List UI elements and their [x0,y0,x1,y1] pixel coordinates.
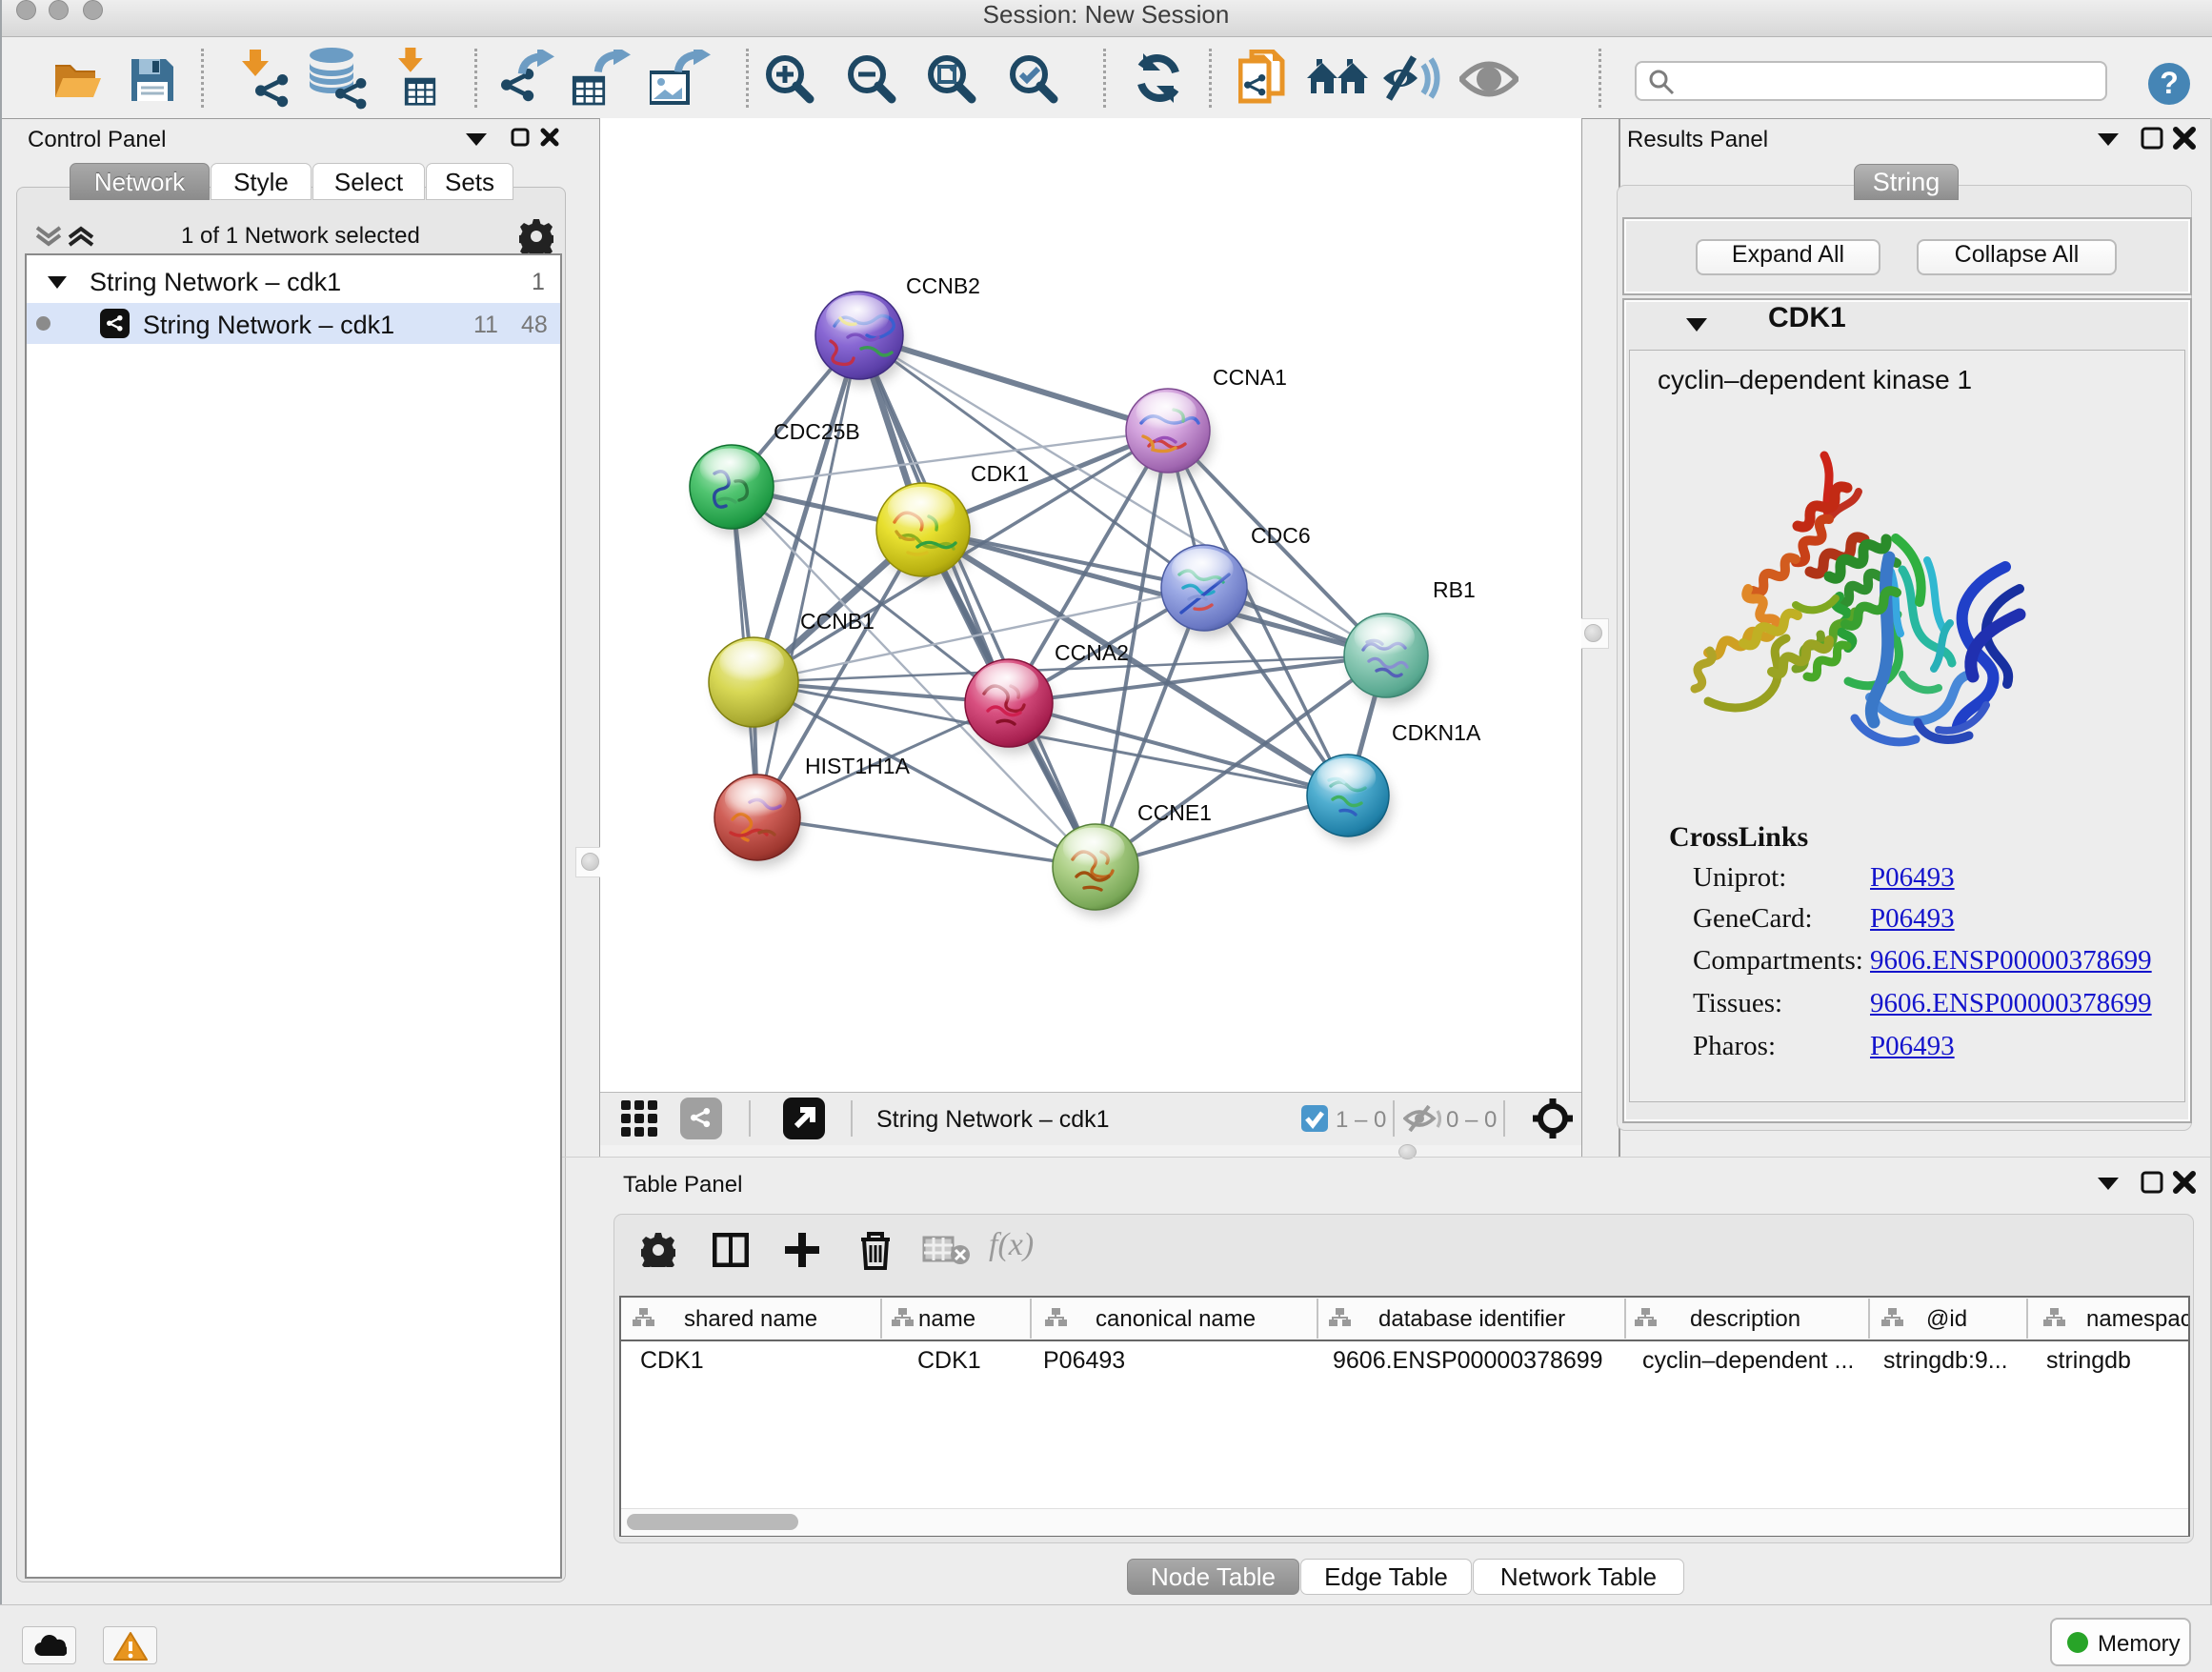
svg-text:CDK1: CDK1 [971,461,1029,486]
svg-text:CCNA1: CCNA1 [1213,365,1287,390]
svg-text:RB1: RB1 [1433,577,1476,602]
svg-text:CCNB2: CCNB2 [906,273,980,298]
svg-text:CCNA2: CCNA2 [1055,640,1129,665]
svg-text:CDKN1A: CDKN1A [1392,720,1481,745]
svg-text:CDC25B: CDC25B [774,419,860,444]
svg-text:CDC6: CDC6 [1251,523,1311,548]
svg-text:HIST1H1A: HIST1H1A [805,754,911,778]
svg-text:CCNE1: CCNE1 [1137,800,1212,825]
svg-text:?: ? [2160,66,2179,100]
svg-text:CCNB1: CCNB1 [800,609,875,634]
